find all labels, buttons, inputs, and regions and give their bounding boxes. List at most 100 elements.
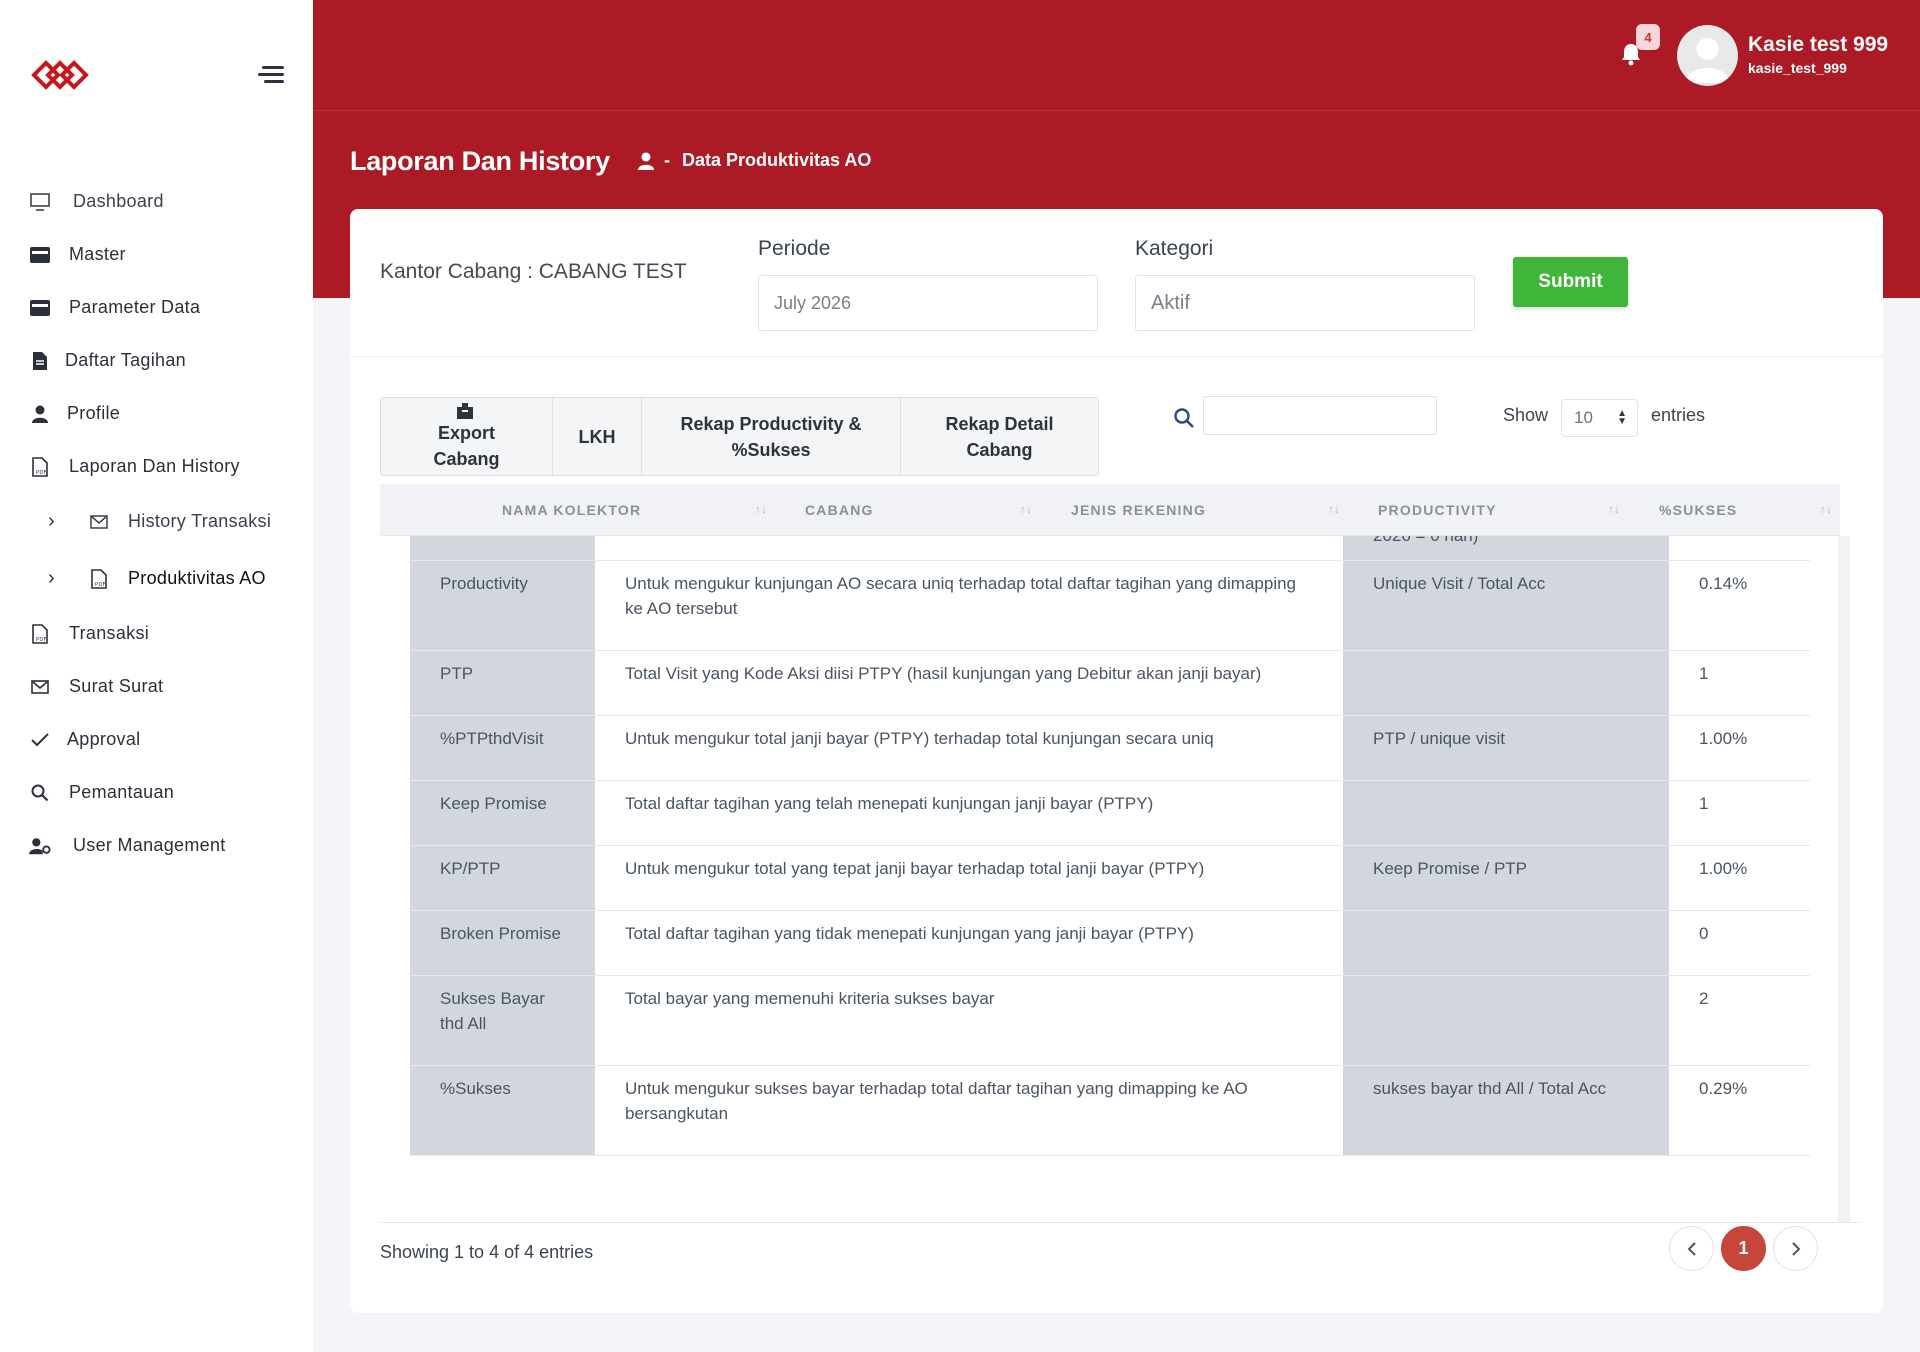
metric-description: Total Visit yang Kode Aksi diisi PTPY (h… — [595, 650, 1343, 716]
envelope-icon — [88, 511, 110, 533]
col-productivity[interactable]: PRODUCTIVITY — [1378, 484, 1497, 536]
sort-icon[interactable]: ↑↓ — [1820, 502, 1832, 516]
sidebar-item-parameter-data[interactable]: Parameter Data — [0, 281, 313, 334]
metric-name: Productivity — [410, 560, 595, 651]
user-icon — [29, 403, 51, 425]
next-page-button[interactable] — [1773, 1226, 1818, 1271]
action-button-group: Export Cabang LKH Rekap Productivity & %… — [380, 397, 1099, 476]
metric-formula — [1343, 910, 1669, 976]
metric-formula: sukses bayar thd All / Total Acc — [1343, 1065, 1669, 1156]
metric-formula: Keep Promise / PTP — [1343, 845, 1669, 911]
kategori-select[interactable]: Aktif — [1135, 275, 1475, 331]
metric-name: Keep Promise — [410, 780, 595, 846]
sidebar-item-produktivitas-ao[interactable]: › PDF Produktivitas AO — [0, 550, 313, 607]
chevron-right-icon — [1791, 1241, 1800, 1256]
prev-page-button[interactable] — [1669, 1226, 1714, 1271]
sort-icon[interactable]: ↑↓ — [1608, 502, 1620, 516]
chevron-left-icon — [1687, 1241, 1696, 1256]
table-row: %Sukses Untuk mengukur sukses bayar terha… — [410, 1065, 1810, 1156]
header-divider — [313, 110, 1920, 111]
sidebar-item-user-management[interactable]: User Management — [0, 819, 313, 872]
chevron-right-icon: › — [48, 567, 55, 589]
sidebar-item-label: User Management — [73, 835, 226, 855]
metric-value: 1 — [1669, 650, 1810, 716]
sort-icon[interactable]: ↑↓ — [1328, 502, 1340, 516]
metric-description: Total daftar tagihan yang telah menepati… — [595, 780, 1343, 846]
sidebar-item-label: Pemantauan — [69, 782, 175, 802]
box-icon — [456, 402, 473, 419]
card-icon — [29, 297, 51, 319]
col-jenis-rekening[interactable]: JENIS REKENING — [1071, 484, 1206, 536]
sort-icon[interactable]: ↑↓ — [1020, 502, 1032, 516]
metric-description — [595, 536, 1343, 561]
col-sukses[interactable]: %SUKSES — [1659, 484, 1737, 536]
user-cog-icon — [29, 835, 51, 857]
sidebar-item-label: Daftar Tagihan — [65, 350, 186, 370]
periode-label: Periode — [758, 237, 831, 260]
pdf-file-icon: PDF — [29, 623, 51, 645]
breadcrumb-separator: - — [664, 150, 670, 170]
notification-badge: 4 — [1636, 24, 1660, 50]
metric-description: Untuk mengukur kunjungan AO secara uniq … — [595, 560, 1343, 651]
sidebar-item-history-transaksi[interactable]: › History Transaksi — [0, 493, 313, 550]
kantor-cabang-label: Kantor Cabang : CABANG TEST — [380, 260, 687, 283]
avatar[interactable] — [1677, 25, 1738, 86]
check-icon — [29, 729, 51, 751]
page-title: Laporan Dan History — [350, 146, 610, 176]
chevron-right-icon: › — [48, 510, 55, 532]
search-icon — [1173, 407, 1197, 431]
sort-icon[interactable]: ↑↓ — [755, 502, 767, 516]
metric-formula: Unique Visit / Total Acc — [1343, 560, 1669, 651]
lkh-button[interactable]: LKH — [553, 398, 642, 475]
sidebar-nav: Dashboard Master Parameter Data Daftar T… — [0, 175, 313, 872]
user-id: kasie_test_999 — [1748, 60, 1847, 76]
table-row: %PTPthdVisit Untuk mengukur total janji b… — [410, 715, 1810, 781]
sidebar-item-label: Parameter Data — [69, 297, 201, 317]
table-row: Sukses Bayar thd All Total bayar yang mem… — [410, 975, 1810, 1066]
sidebar-item-label: Transaksi — [69, 623, 150, 643]
metric-value: 1.00% — [1669, 845, 1810, 911]
metric-description: Untuk mengukur sukses bayar terhadap tot… — [595, 1065, 1343, 1156]
metric-value: 1 — [1669, 780, 1810, 846]
sort-arrows-icon: ▲ ▼ — [1617, 408, 1627, 427]
col-cabang[interactable]: CABANG — [805, 484, 874, 536]
submit-button[interactable]: Submit — [1513, 257, 1628, 307]
hamburger-icon[interactable] — [258, 66, 284, 86]
search-input[interactable] — [1203, 396, 1437, 435]
productivity-detail-table: sebulan dlm 1 kntr. (Periode July 2026 =… — [410, 536, 1810, 1156]
sidebar-item-laporan-dan-history[interactable]: PDF Laporan Dan History — [0, 440, 313, 493]
sidebar-item-dashboard[interactable]: Dashboard — [0, 175, 313, 228]
metric-description: Total bayar yang memenuhi kriteria sukse… — [595, 975, 1343, 1066]
sidebar-item-approval[interactable]: Approval — [0, 713, 313, 766]
sidebar: Dashboard Master Parameter Data Daftar T… — [0, 0, 313, 1352]
rekap-productivity-button[interactable]: Rekap Productivity & %Sukses — [642, 398, 901, 475]
sidebar-item-label: Approval — [67, 729, 141, 749]
card-divider — [350, 356, 1883, 357]
sidebar-item-master[interactable]: Master — [0, 228, 313, 281]
sidebar-item-daftar-tagihan[interactable]: Daftar Tagihan — [0, 334, 313, 387]
svg-text:PDF: PDF — [95, 582, 106, 588]
user-name[interactable]: Kasie test 999 — [1748, 33, 1888, 57]
vertical-scrollbar[interactable] — [1838, 536, 1850, 1222]
metric-description: Untuk mengukur total janji bayar (PTPY) … — [595, 715, 1343, 781]
metric-value — [1669, 536, 1810, 561]
table-row: Productivity Untuk mengukur kunjungan AO … — [410, 560, 1810, 651]
export-cabang-button[interactable]: Export Cabang — [381, 398, 553, 475]
sidebar-item-transaksi[interactable]: PDF Transaksi — [0, 607, 313, 660]
export-cabang-label: Export Cabang — [433, 422, 500, 469]
svg-text:PDF: PDF — [36, 637, 47, 643]
monitor-icon — [29, 191, 51, 213]
file-icon — [29, 350, 51, 372]
entries-select[interactable]: 10 ▲ ▼ — [1561, 399, 1638, 437]
periode-field[interactable]: July 2026 — [758, 275, 1098, 331]
rekap-detail-cabang-button[interactable]: Rekap Detail Cabang — [901, 398, 1098, 475]
user-icon — [638, 152, 654, 170]
sidebar-item-pemantauan[interactable]: Pemantauan — [0, 766, 313, 819]
metric-name: PTP — [410, 650, 595, 716]
sidebar-item-profile[interactable]: Profile — [0, 387, 313, 440]
brand-logo[interactable] — [30, 55, 92, 95]
metric-formula: sebulan dlm 1 kntr. (Periode July 2026 =… — [1343, 536, 1669, 561]
page-1-button[interactable]: 1 — [1721, 1226, 1766, 1271]
col-nama-kolektor[interactable]: NAMA KOLEKTOR — [502, 484, 641, 536]
sidebar-item-surat-surat[interactable]: Surat Surat — [0, 660, 313, 713]
